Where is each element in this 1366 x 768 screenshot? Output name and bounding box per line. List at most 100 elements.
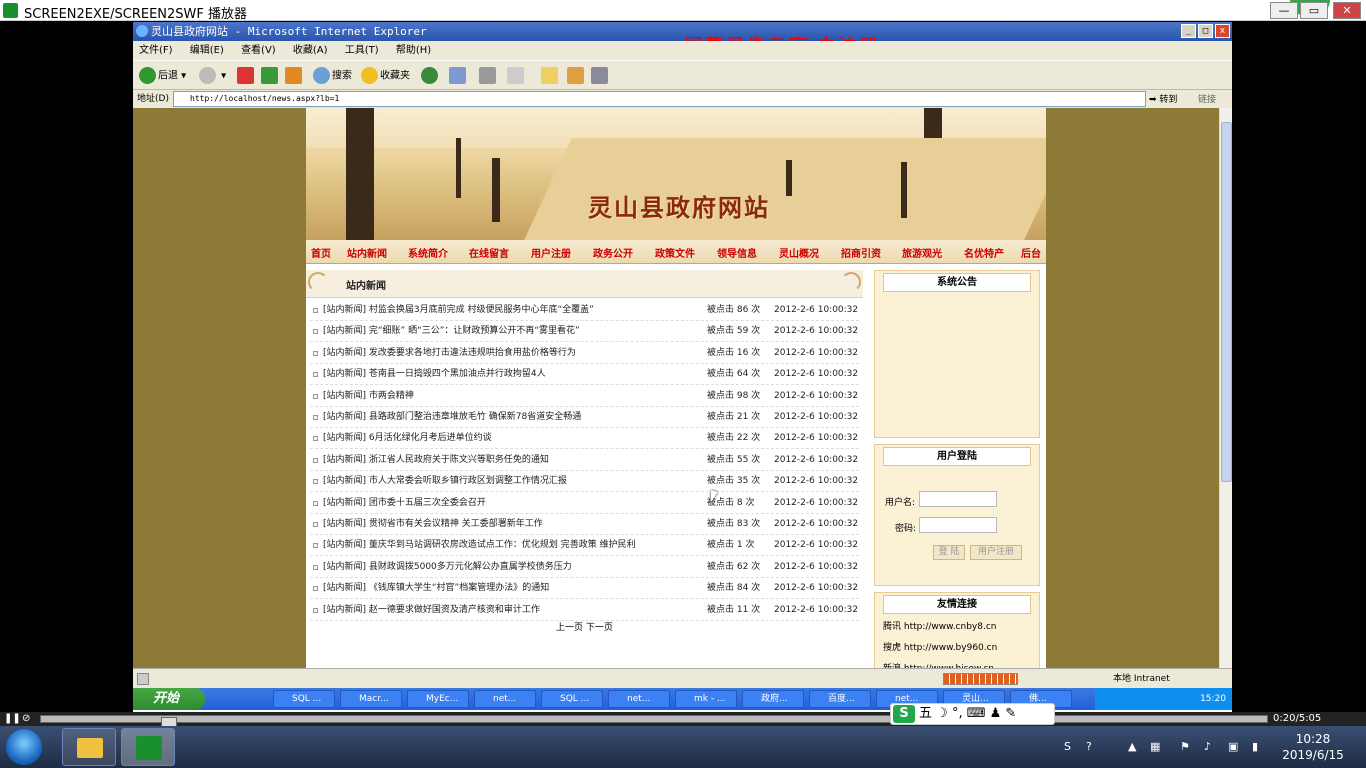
nav-tourism[interactable]: 旅游观光 [902,245,942,260]
menu-favorites[interactable]: 收藏(A) [293,45,328,56]
news-title[interactable]: [站内新闻] 完“细账” 晒“三公”：让财政预算公开不再“雾里看花” [323,321,580,342]
home-button[interactable] [285,67,304,86]
news-row[interactable]: [站内新闻] 董庆华到马站调研农房改造试点工作：优化规划 完善政策 维护民利 被点… [310,535,859,557]
edit-button[interactable] [507,67,526,86]
next-page-link[interactable]: 下一页 [586,623,613,633]
news-title[interactable]: [站内新闻] 6月活化绿化月考后进单位约谈 [323,428,492,449]
nav-investment[interactable]: 招商引资 [841,245,881,260]
player-pin[interactable] [121,728,175,766]
seek-bar[interactable] [40,715,1268,729]
history-button[interactable] [421,67,440,86]
xp-task-button[interactable]: SQL ... [273,690,335,708]
mail-button[interactable] [449,67,468,86]
news-row[interactable]: [站内新闻] 浙江省人民政府关于陈文兴等职务任免的通知 被点击 55 次 2012-… [310,450,859,471]
minimize-button[interactable]: — [1270,2,1298,19]
nav-gov-affairs[interactable]: 政务公开 [593,245,633,260]
news-row[interactable]: [站内新闻] 赵一德要求做好国资及清产核资和审计工作 被点击 11 次 2012-2… [310,600,859,621]
news-row[interactable]: [站内新闻] 《钱库镇大学生“村官”档案管理办法》的通知 被点击 84 次 2012… [310,578,859,600]
stop-icon[interactable]: ⊘ [22,713,30,724]
menu-tools[interactable]: 工具(T) [345,45,379,56]
ime-toolbar[interactable]: S五 ☽ °, ⌨ ♟ ✎ [890,703,1055,725]
print-button[interactable] [479,67,498,86]
news-title[interactable]: [站内新闻] 赵一德要求做好国资及清产核资和审计工作 [323,600,540,621]
tray-monitor-icon[interactable]: ▣ [1228,740,1242,754]
search-button[interactable]: 搜索 [313,67,352,86]
media-button[interactable] [591,67,610,86]
tray-volume-icon[interactable]: ♪ [1204,740,1218,754]
page-scrollbar[interactable] [1219,108,1232,668]
xp-task-button[interactable]: SQL ... [541,690,603,708]
xp-task-button[interactable]: 政府... [742,690,804,708]
friend-link[interactable]: 搜虎 http://www.by960.cn [883,640,997,653]
news-title[interactable]: [站内新闻] 贯彻省市有关会议精神 关工委部署新年工作 [323,514,543,535]
xp-task-button[interactable]: 百度... [809,690,871,708]
news-row[interactable]: [站内新闻] 市两会精神 被点击 98 次 2012-2-6 10:00:32 [310,386,859,407]
xp-task-button[interactable]: Macr... [340,690,402,708]
news-title[interactable]: [站内新闻] 董庆华到马站调研农房改造试点工作：优化规划 完善政策 维护民利 [323,535,636,556]
news-row[interactable]: [站内新闻] 6月活化绿化月考后进单位约谈 被点击 22 次 2012-2-6 10… [310,428,859,450]
nav-policy[interactable]: 政策文件 [655,245,695,260]
nav-news[interactable]: 站内新闻 [347,245,387,260]
links-button[interactable]: 链接 [1198,91,1216,109]
nav-register[interactable]: 用户注册 [531,245,571,260]
nav-leaders[interactable]: 领导信息 [717,245,757,260]
stop-button[interactable] [237,67,256,86]
news-row[interactable]: [站内新闻] 苍南县一日捣毁四个黑加油点并行政拘留4人 被点击 64 次 2012-… [310,364,859,386]
login-button[interactable]: 登 陆 [933,545,965,560]
go-button[interactable]: ➡ 转到 [1149,91,1177,109]
explorer-pin[interactable] [62,728,116,766]
menu-edit[interactable]: 编辑(E) [190,45,224,56]
news-title[interactable]: [站内新闻] 村监会换届3月底前完成 村级便民服务中心年底“全覆盖” [323,300,594,321]
tray-flag-icon[interactable]: ⚑ [1180,740,1194,754]
xp-task-button[interactable]: net... [608,690,670,708]
tray-help-icon[interactable]: ? [1086,740,1100,754]
news-title[interactable]: [站内新闻] 浙江省人民政府关于陈文兴等职务任免的通知 [323,450,549,471]
tray-sogou-icon[interactable]: S [1064,740,1078,754]
messenger-button[interactable] [567,67,586,86]
nav-guestbook[interactable]: 在线留言 [469,245,509,260]
nav-home[interactable]: 首页 [311,245,331,260]
news-row[interactable]: [站内新闻] 县路政部门整治违章堆放毛竹 确保新78省道安全畅通 被点击 21 次… [310,407,859,428]
username-input[interactable] [919,491,997,507]
nav-intro[interactable]: 系统简介 [408,245,448,260]
favorites-button[interactable]: 收藏夹 [361,67,410,86]
nav-overview[interactable]: 灵山概况 [779,245,819,260]
ie-close-button[interactable]: x [1215,24,1230,38]
news-title[interactable]: [站内新闻] 苍南县一日捣毁四个黑加油点并行政拘留4人 [323,364,546,385]
xp-start-button[interactable]: 开始 [133,688,205,710]
tray-signal-icon[interactable]: ▮ [1252,740,1266,754]
nav-specialties[interactable]: 名优特产 [964,245,1004,260]
windows-start-orb[interactable] [6,729,42,765]
maximize-button[interactable]: ▭ [1300,2,1328,19]
refresh-button[interactable] [261,67,280,86]
address-input[interactable]: http://localhost/news.aspx?lb=1 [173,91,1146,107]
menu-view[interactable]: 查看(V) [241,45,276,56]
tray-network-icon[interactable]: ▦ [1150,740,1164,754]
pause-icon[interactable]: ❚❚ [4,713,21,724]
news-row[interactable]: [站内新闻] 贯彻省市有关会议精神 关工委部署新年工作 被点击 83 次 2012-… [310,514,859,535]
system-clock[interactable]: 10:28 2019/6/15 [1278,731,1348,763]
friend-link[interactable]: 腾讯 http://www.cnby8.cn [883,619,996,632]
ie-maximize-button[interactable]: □ [1198,24,1213,38]
password-input[interactable] [919,517,997,533]
register-button[interactable]: 用户注册 [970,545,1022,560]
news-title[interactable]: [站内新闻] 县路政部门整治违章堆放毛竹 确保新78省道安全畅通 [323,407,581,428]
discuss-button[interactable] [541,67,560,86]
ie-minimize-button[interactable]: _ [1181,24,1196,38]
back-button[interactable]: 后退 ▾ [139,67,186,86]
tray-up-arrow-icon[interactable]: ▲ [1128,740,1142,754]
xp-task-button[interactable]: net... [474,690,536,708]
news-title[interactable]: [站内新闻] 团市委十五届三次全委会召开 [323,493,486,514]
news-row[interactable]: [站内新闻] 发改委要求各地打击違法违规哄抬食用盐价格等行为 被点击 16 次 20… [310,343,859,364]
menu-help[interactable]: 帮助(H) [396,45,431,56]
news-row[interactable]: [站内新闻] 完“细账” 晒“三公”：让财政预算公开不再“雾里看花” 被点击 59… [310,321,859,343]
close-button[interactable]: ✕ [1333,2,1361,19]
news-title[interactable]: [站内新闻] 《钱库镇大学生“村官”档案管理办法》的通知 [323,578,549,599]
menu-file[interactable]: 文件(F) [139,45,173,56]
scrollbar-thumb[interactable] [1221,122,1232,482]
news-row[interactable]: [站内新闻] 村监会换届3月底前完成 村级便民服务中心年底“全覆盖” 被点击 86… [310,300,859,321]
news-title[interactable]: [站内新闻] 发改委要求各地打击違法违规哄抬食用盐价格等行为 [323,343,576,364]
news-row[interactable]: [站内新闻] 市人大常委会听取乡镇行政区划调整工作情况汇报 被点击 35 次 201… [310,471,859,493]
nav-admin[interactable]: 后台 [1021,245,1041,260]
xp-task-button[interactable]: mk - ... [675,690,737,708]
